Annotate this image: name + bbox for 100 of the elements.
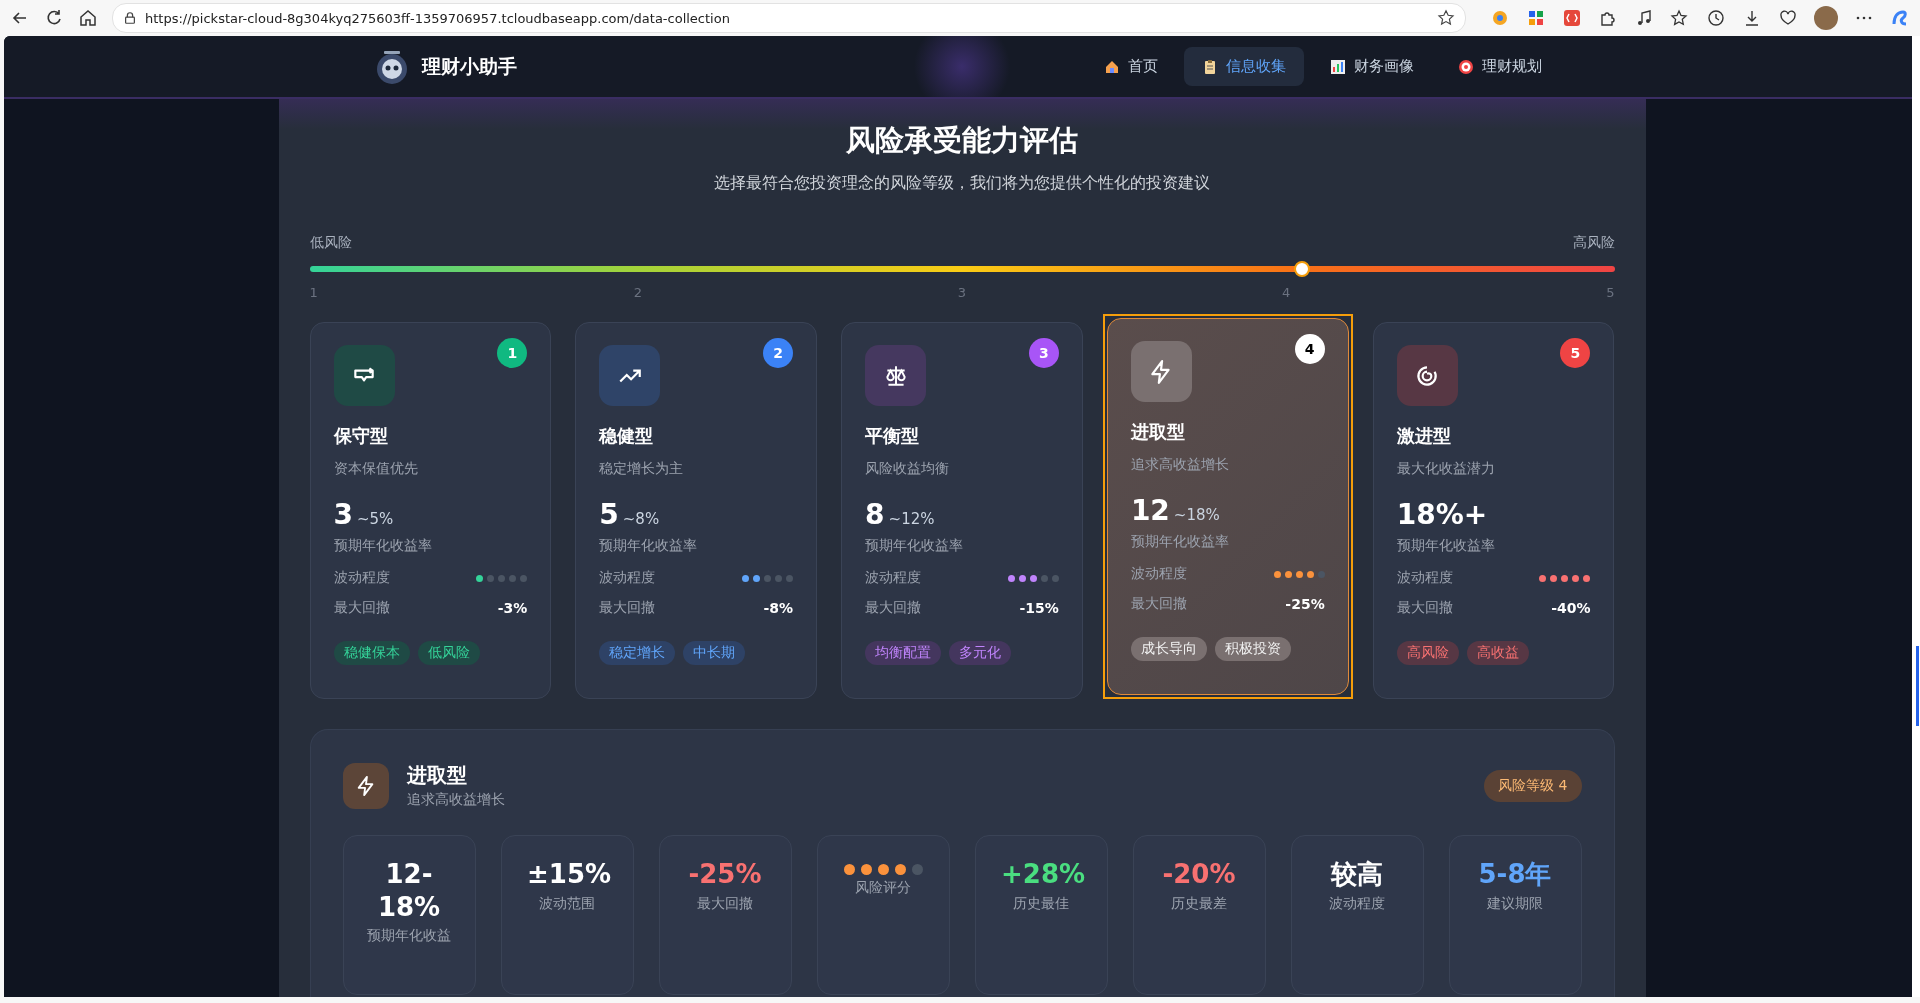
- lock-icon[interactable]: [123, 11, 137, 25]
- return-range: ~5%: [357, 510, 394, 528]
- scale-tick-label: 5: [1606, 285, 1615, 300]
- risk-level-badge: 风险等级 4: [1484, 769, 1582, 802]
- return-value: 18%+: [1396, 498, 1488, 531]
- return-value: 3: [333, 498, 353, 531]
- profile-name: 平衡型: [865, 424, 921, 448]
- stat-label: 波动程度: [1328, 894, 1386, 913]
- clipboard-icon: [1202, 58, 1218, 75]
- profile-tag: 中长期: [683, 641, 746, 665]
- scale-tick-label: 4: [1282, 285, 1291, 300]
- volatility-label: 波动程度: [1396, 569, 1453, 587]
- profile-name: 保守型: [333, 424, 389, 448]
- return-label: 预期年化收益率: [1130, 533, 1230, 551]
- drawdown-label: 最大回撤: [1396, 599, 1453, 617]
- extension-icon[interactable]: [1562, 8, 1582, 28]
- profile-tag: 成长导向: [1130, 637, 1207, 661]
- drawdown-label: 最大回撤: [333, 599, 390, 617]
- stat-label: 历史最差: [1170, 894, 1228, 913]
- profile-tagline: 最大化收益潜力: [1396, 460, 1496, 478]
- return-range: ~18%: [1173, 506, 1220, 524]
- nav-tab[interactable]: 理财规划: [1440, 47, 1560, 86]
- return-label: 预期年化收益率: [865, 537, 965, 555]
- drawdown-value: -15%: [1019, 600, 1059, 616]
- profile-tag: 积极投资: [1214, 637, 1291, 661]
- drawdown-label: 最大回撤: [599, 599, 656, 617]
- stat-value: -20%: [1161, 858, 1237, 891]
- stat-label: 波动范围: [538, 894, 596, 913]
- address-bar[interactable]: https://pickstar-cloud-8g304kyq275603ff-1359706957.tcloudbaseapp.com/data-collection: [112, 3, 1466, 33]
- brand-name: 理财小助手: [422, 53, 517, 79]
- profile-tag: 稳健保本: [333, 641, 410, 665]
- page-title: 风险承受能力评估: [846, 122, 1078, 159]
- risk-slider-track[interactable]: [309, 261, 1615, 277]
- return-value: 5: [599, 498, 619, 531]
- stat-label: 风险评分: [854, 879, 912, 897]
- history-icon[interactable]: [1706, 8, 1726, 28]
- profile-name: 进取型: [1130, 420, 1186, 444]
- level-number-badge: 3: [1028, 338, 1059, 368]
- home-icon[interactable]: [78, 8, 98, 28]
- profile-tagline: 资本保值优先: [333, 460, 419, 478]
- drawdown-value: -25%: [1285, 596, 1325, 612]
- risk-profile-card[interactable]: 4 进取型 追求高收益增长 12~18% 预期年化收益率 波动程度 最大回撤 -25% 成长导向 积极投资: [1106, 318, 1349, 695]
- url-text[interactable]: https://pickstar-cloud-8g304kyq275603ff-1359706957.tcloudbaseapp.com/data-collection: [145, 10, 1429, 26]
- profile-tag: 低风险: [417, 641, 480, 665]
- high-risk-label: 高风险: [1572, 234, 1615, 252]
- stat-label: 建议期限: [1486, 894, 1544, 913]
- risk-profile-card[interactable]: 1 保守型 资本保值优先 3~5% 预期年化收益率 波动程度 最大回撤 -3% 稳健保本 低风险: [309, 322, 552, 699]
- nav-tab[interactable]: 首页: [1086, 47, 1176, 86]
- extension-icon[interactable]: [1490, 8, 1510, 28]
- stat-value: -25%: [687, 858, 763, 891]
- return-label: 预期年化收益率: [333, 537, 433, 555]
- stat-value: 12-18%: [376, 858, 442, 923]
- profile-tagline: 追求高收益增长: [406, 791, 506, 809]
- profile-tag: 高风险: [1396, 641, 1459, 665]
- extension-icon[interactable]: [1526, 8, 1546, 28]
- profile-tag: 稳定增长: [599, 641, 676, 665]
- stat-value: 5-8年: [1477, 858, 1553, 891]
- profile-tagline: 追求高收益增长: [1130, 456, 1230, 474]
- low-risk-label: 低风险: [309, 234, 352, 252]
- heart-icon[interactable]: [1778, 8, 1798, 28]
- profile-name: 稳健型: [599, 424, 655, 448]
- profile-tagline: 风险收益均衡: [865, 460, 951, 478]
- risk-profile-card[interactable]: 3 平衡型 风险收益均衡 8~12% 预期年化收益率 波动程度 最大回撤 -15% 均衡配置 多元化: [841, 322, 1083, 699]
- scale-tick-label: 2: [633, 285, 642, 300]
- volatility-label: 波动程度: [333, 569, 390, 587]
- favorites-icon[interactable]: [1670, 8, 1690, 28]
- drawdown-value: -3%: [497, 600, 528, 616]
- return-range: ~8%: [622, 510, 660, 528]
- level-number-badge: 5: [1560, 338, 1591, 368]
- return-value: 12: [1130, 494, 1170, 527]
- star-icon[interactable]: [1437, 9, 1455, 27]
- house-icon: [1104, 58, 1120, 75]
- scale-tick-label: 1: [309, 285, 318, 300]
- return-value: 8: [865, 498, 885, 531]
- return-range: ~12%: [888, 510, 935, 528]
- page-subtitle: 选择最符合您投资理念的风险等级，我们将为您提供个性化的投资建议: [714, 173, 1210, 194]
- drawdown-label: 最大回撤: [1130, 595, 1187, 613]
- return-label: 预期年化收益率: [599, 537, 699, 555]
- profile-name: 进取型: [406, 762, 468, 789]
- volatility-label: 波动程度: [865, 569, 922, 587]
- volatility-label: 波动程度: [599, 569, 656, 587]
- profile-avatar[interactable]: [1814, 6, 1838, 30]
- level-number-badge: 2: [763, 338, 794, 368]
- drawdown-value: -8%: [763, 600, 794, 616]
- nav-tab[interactable]: 财务画像: [1312, 47, 1432, 86]
- profile-tag: 均衡配置: [865, 641, 942, 665]
- stat-label: 最大回撤: [696, 894, 754, 913]
- risk-profile-card[interactable]: 2 稳健型 稳定增长为主 5~8% 预期年化收益率 波动程度 最大回撤 -8% 稳定增长 中长期: [575, 322, 818, 699]
- drawdown-label: 最大回撤: [865, 599, 922, 617]
- profile-tag: 高收益: [1466, 641, 1529, 665]
- bar-chart-icon: [1330, 58, 1346, 75]
- level-number-badge: 4: [1294, 334, 1325, 364]
- risk-profile-card[interactable]: 5 激进型 最大化收益潜力 18%+ 预期年化收益率 波动程度 最大回撤 -40% 高风险 高收益: [1372, 322, 1615, 699]
- stat-label: 预期年化收益: [366, 927, 452, 945]
- volatility-label: 波动程度: [1130, 565, 1187, 583]
- profile-tag: 多元化: [949, 641, 1012, 665]
- stat-value: 较高: [1329, 858, 1384, 891]
- nav-tab[interactable]: 信息收集: [1184, 47, 1304, 86]
- slider-thumb[interactable]: [1294, 261, 1311, 277]
- profile-tagline: 稳定增长为主: [599, 460, 685, 478]
